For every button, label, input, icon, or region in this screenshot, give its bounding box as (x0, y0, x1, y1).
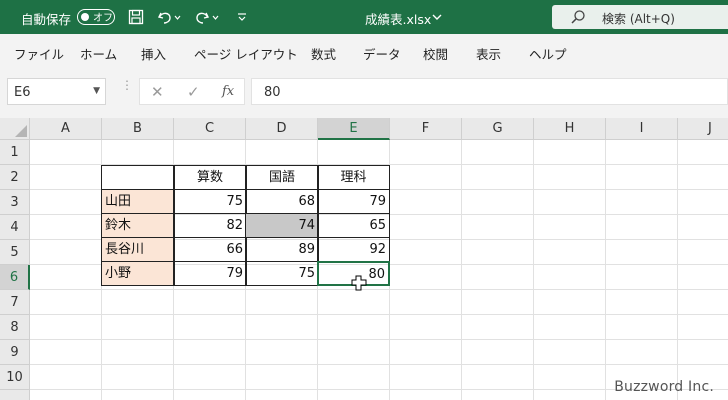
name-box-dropdown-icon[interactable]: ▼ (93, 86, 100, 96)
row-header-8[interactable]: 8 (0, 315, 30, 340)
row-header-5[interactable]: 5 (0, 240, 30, 265)
title-bar: 自動保存 オフ 成績表.xlsx 検索 (Alt+Q) (0, 0, 728, 34)
name-box-value: E6 (14, 85, 31, 100)
search-box[interactable]: 検索 (Alt+Q) (552, 5, 728, 29)
column-header-g[interactable]: G (462, 118, 534, 140)
tab-data[interactable]: データ (363, 44, 401, 63)
gridline (605, 140, 606, 400)
customize-toolbar-icon[interactable] (235, 7, 249, 27)
enter-icon[interactable]: ✓ (187, 83, 200, 101)
score-cell[interactable]: 66 (173, 237, 247, 262)
formula-input[interactable]: 80 (251, 78, 728, 105)
tab-insert[interactable]: 挿入 (141, 44, 166, 63)
toggle-knob (81, 12, 89, 21)
redo-icon[interactable] (195, 7, 221, 27)
row-header-4[interactable]: 4 (0, 215, 30, 240)
search-label: 検索 (Alt+Q) (602, 12, 675, 26)
column-header-i[interactable]: I (606, 118, 678, 140)
score-cell[interactable]: 79 (173, 261, 247, 286)
column-header-d[interactable]: D (246, 118, 318, 140)
tab-view[interactable]: 表示 (476, 44, 501, 63)
autosave-label: 自動保存 (21, 12, 72, 27)
score-cell[interactable]: 82 (173, 213, 247, 238)
search-icon (570, 9, 586, 29)
score-cell[interactable]: 68 (245, 189, 319, 214)
row-header-1[interactable]: 1 (0, 140, 30, 165)
autosave-state: オフ (93, 13, 113, 24)
save-icon[interactable] (127, 7, 145, 27)
score-cell[interactable]: 92 (317, 237, 390, 262)
row-header-10[interactable]: 10 (0, 365, 30, 390)
worksheet-grid[interactable]: A B C D E F G H I J 1 2 3 4 5 6 7 8 9 10… (0, 118, 728, 400)
autosave-toggle[interactable]: オフ (77, 9, 115, 25)
row-header-7[interactable]: 7 (0, 290, 30, 315)
selected-score-cell[interactable]: 74 (245, 213, 319, 238)
cell-select-cursor-icon (351, 275, 367, 295)
ribbon-tabs: ファイル ホーム 挿入 ページ レイアウト 数式 データ 校閲 表示 ヘルプ (0, 34, 728, 70)
drag-handle-icon[interactable]: ⋮ (121, 79, 133, 91)
student-name-cell[interactable]: 鈴木 (101, 213, 175, 238)
score-cell[interactable]: 75 (173, 189, 247, 214)
gridline (30, 339, 728, 340)
tab-review[interactable]: 校閲 (423, 44, 448, 63)
column-header-f[interactable]: F (390, 118, 462, 140)
document-title[interactable]: 成績表.xlsx (365, 9, 431, 28)
tab-file[interactable]: ファイル (14, 44, 64, 63)
gridline (461, 140, 462, 400)
gridline (30, 364, 728, 365)
row-header-6[interactable]: 6 (0, 265, 30, 290)
score-cell[interactable]: 75 (245, 261, 319, 286)
column-header-j[interactable]: J (678, 118, 728, 140)
column-header-h[interactable]: H (534, 118, 606, 140)
student-name-cell[interactable]: 小野 (101, 261, 175, 286)
row-header-2[interactable]: 2 (0, 165, 30, 190)
name-box[interactable]: E6 ▼ (7, 78, 106, 105)
table-header-corner[interactable] (101, 165, 175, 190)
select-all-icon (15, 125, 27, 137)
gridline (533, 140, 534, 400)
table-header-science[interactable]: 理科 (317, 165, 390, 190)
tab-formulas[interactable]: 数式 (311, 44, 336, 63)
row-header-3[interactable]: 3 (0, 190, 30, 215)
score-cell[interactable]: 65 (317, 213, 390, 238)
table-header-japanese[interactable]: 国語 (245, 165, 319, 190)
cancel-icon[interactable]: ✕ (151, 83, 164, 101)
gridline (30, 289, 728, 290)
formula-value: 80 (264, 85, 281, 100)
formula-tools: ✕ ✓ fx (139, 78, 245, 105)
row-header-9[interactable]: 9 (0, 340, 30, 365)
tab-home[interactable]: ホーム (80, 44, 117, 63)
select-all-button[interactable] (0, 118, 30, 140)
gridline (30, 314, 728, 315)
table-header-math[interactable]: 算数 (173, 165, 247, 190)
gridline (677, 140, 678, 400)
tab-page-layout[interactable]: ページ レイアウト (194, 44, 298, 63)
row-header-11[interactable] (0, 390, 30, 400)
undo-icon[interactable] (156, 7, 182, 27)
tab-help[interactable]: ヘルプ (529, 44, 567, 63)
student-name-cell[interactable]: 山田 (101, 189, 175, 214)
column-header-c[interactable]: C (174, 118, 246, 140)
column-header-b[interactable]: B (102, 118, 174, 140)
formula-bar: E6 ▼ ⋮ ✕ ✓ fx 80 (0, 70, 728, 118)
insert-function-icon[interactable]: fx (222, 84, 234, 99)
chevron-down-icon[interactable] (430, 7, 444, 27)
watermark: Buzzword Inc. (614, 379, 714, 395)
student-name-cell[interactable]: 長谷川 (101, 237, 175, 262)
column-header-e[interactable]: E (318, 118, 390, 140)
column-header-a[interactable]: A (30, 118, 102, 140)
score-cell[interactable]: 89 (245, 237, 319, 262)
score-cell[interactable]: 79 (317, 189, 390, 214)
